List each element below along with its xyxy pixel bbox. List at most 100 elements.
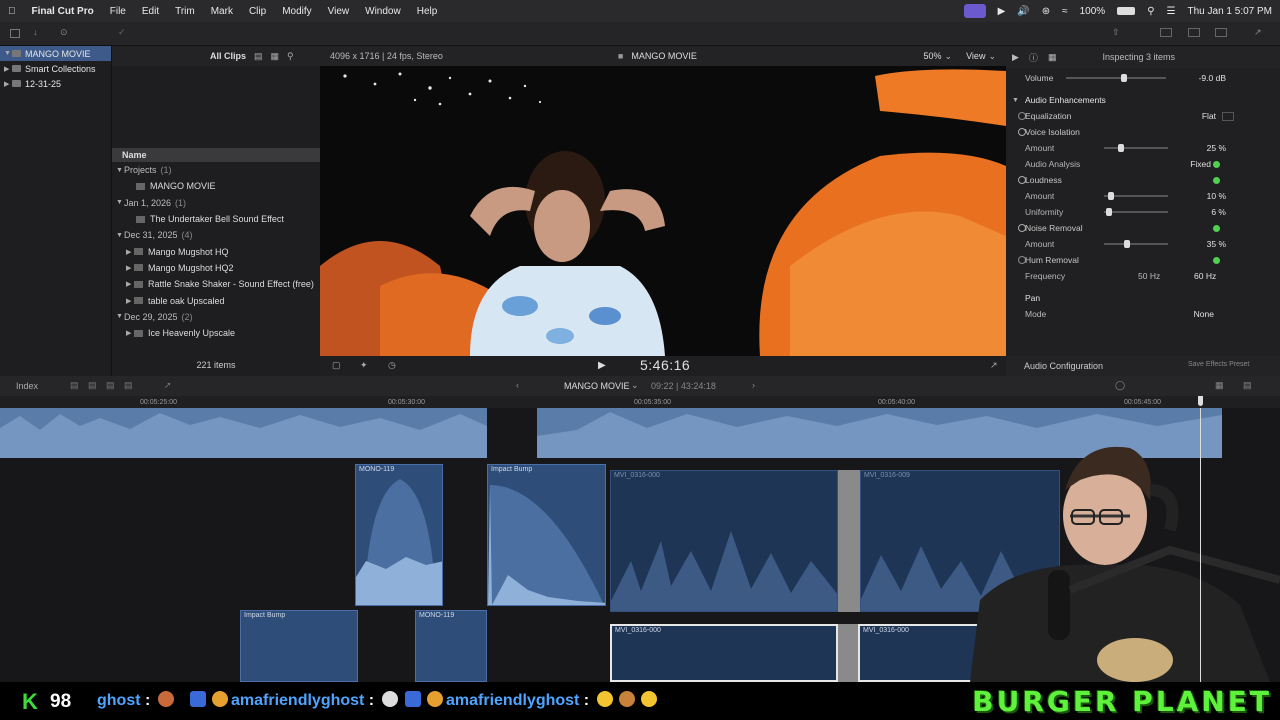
freq-50-radio[interactable]: 50 Hz (1138, 271, 1160, 281)
browser-search-icon[interactable]: ⚲ (287, 51, 294, 62)
menu-help[interactable]: Help (417, 6, 438, 17)
clock[interactable]: Thu Jan 1 5:07 PM (1188, 6, 1273, 17)
uniformity-slider[interactable] (1104, 208, 1168, 216)
app-menu[interactable]: Final Cut Pro (32, 6, 94, 17)
share-icon[interactable]: ⇧ (1112, 27, 1120, 38)
inspector-toggle-icon[interactable] (1215, 28, 1227, 37)
menu-mark[interactable]: Mark (211, 6, 233, 17)
audio-clip-mvi-0316[interactable]: MVI_0316-000 (610, 470, 838, 612)
name-column-header[interactable]: Name (112, 148, 320, 162)
menu-trim[interactable]: Trim (175, 6, 195, 17)
menu-file[interactable]: File (110, 6, 126, 17)
group-date[interactable]: ▼ Dec 31, 2025 (4) (112, 227, 320, 243)
speed-icon[interactable]: ◷ (388, 360, 396, 371)
menu-modify[interactable]: Modify (282, 6, 311, 17)
play-button[interactable]: ▶ (598, 360, 606, 371)
search-icon[interactable]: ⚲ (1147, 6, 1154, 17)
clip-appearance-icon[interactable]: ▦ (1215, 380, 1224, 391)
audio-clip-mvi-0316-selected[interactable]: MVI_0316-000 (610, 624, 838, 682)
clip-item[interactable]: The Undertaker Bell Sound Effect (112, 211, 320, 227)
audio-configuration-header[interactable]: Audio Configuration (1024, 361, 1103, 371)
play-status-icon[interactable]: ▶ (998, 6, 1006, 17)
save-effects-preset-button[interactable]: Save Effects Preset (1188, 361, 1249, 368)
clip-gap-handle[interactable] (838, 470, 860, 612)
grid-view-icon[interactable]: ▦ (271, 51, 280, 62)
playhead-line[interactable] (1200, 408, 1201, 682)
project-chevron-icon[interactable]: ⌄ (631, 380, 639, 391)
sound-icon[interactable]: 🔊 (1017, 6, 1029, 17)
layout-icon[interactable] (1160, 28, 1172, 37)
audio-clip-mvi-0316-selected[interactable]: MVI_0316-000 (858, 624, 983, 682)
project-name[interactable]: MANGO MOVIE (564, 381, 630, 391)
menu-window[interactable]: Window (365, 6, 401, 17)
timeline-ruler[interactable]: 00:05:25:00 00:05:30:00 00:05:35:00 00:0… (0, 396, 1280, 408)
group-date[interactable]: ▼ Jan 1, 2026 (1) (112, 195, 320, 211)
audio-clip-impact-bump[interactable]: Impact Bump (487, 464, 606, 606)
loudness-amount-slider[interactable] (1104, 192, 1168, 200)
clip-item[interactable]: ▶ Mango Mugshot HQ (112, 243, 320, 259)
voice-amount-slider[interactable] (1104, 144, 1168, 152)
audio-clip-impact-bump[interactable]: Impact Bump (240, 610, 358, 682)
apple-menu-icon[interactable]:  (8, 6, 16, 17)
equalization-popup[interactable]: Flat (1176, 111, 1216, 121)
back-arrow-icon[interactable]: ‹ (516, 380, 519, 390)
freq-60-radio[interactable]: 60 Hz (1194, 271, 1216, 281)
timecode-display[interactable]: 5:46:16 (640, 357, 690, 373)
view-chevron-icon[interactable]: ⌄ (988, 51, 996, 62)
project-item[interactable]: MANGO MOVIE (112, 178, 320, 194)
wifi-icon[interactable]: ≈ (1062, 6, 1068, 17)
menu-view[interactable]: View (328, 6, 350, 17)
zoom-chevron-icon[interactable]: ⌄ (945, 51, 953, 62)
eq-graph-icon[interactable] (1222, 111, 1234, 121)
snapping-icon[interactable]: ▤ (1243, 380, 1252, 391)
volume-slider[interactable] (1066, 74, 1166, 82)
overwrite-icon[interactable]: ▤ (106, 380, 115, 391)
pan-mode-popup[interactable]: None (1174, 309, 1214, 319)
bluetooth-icon[interactable]: ⊛ (1042, 6, 1050, 17)
group-date[interactable]: ▼ Dec 29, 2025 (2) (112, 309, 320, 325)
pan-header[interactable]: Pan (1006, 290, 1280, 306)
menu-edit[interactable]: Edit (142, 6, 159, 17)
filter-icon[interactable]: ▦ (1048, 52, 1057, 63)
info-icon[interactable]: ⓘ (1029, 51, 1038, 64)
check-icon[interactable]: ✓ (118, 27, 126, 38)
library-toggle-icon[interactable] (10, 29, 20, 38)
append-icon[interactable]: ▤ (70, 380, 79, 391)
insert-icon[interactable]: ▤ (88, 380, 97, 391)
import-icon[interactable]: ↓ (33, 27, 38, 37)
clip-item[interactable]: ▶ table oak Upscaled (112, 292, 320, 308)
menu-clip[interactable]: Clip (249, 6, 266, 17)
clip-item[interactable]: ▶ Rattle Snake Shaker - Sound Effect (fre… (112, 276, 320, 292)
transform-icon[interactable]: ▢ (332, 360, 341, 371)
viewer-frame[interactable] (320, 66, 1006, 356)
clip-item[interactable]: ▶ Ice Heavenly Upscale (112, 325, 320, 341)
enhance-icon[interactable]: ✦ (360, 360, 368, 371)
playhead-marker[interactable] (1198, 396, 1203, 406)
connect-icon[interactable]: ▤ (124, 380, 133, 391)
group-projects[interactable]: ▼ Projects (1) (112, 162, 320, 178)
panel-icon[interactable] (1188, 28, 1200, 37)
battery-icon[interactable] (1117, 7, 1136, 15)
fullscreen-viewer-icon[interactable]: ↗ (990, 360, 998, 371)
audio-inspector-icon[interactable]: ▶ (1012, 52, 1019, 63)
select-tool-icon[interactable]: ➚ (164, 380, 172, 391)
audio-enhancements-header[interactable]: ▼ Audio Enhancements (1006, 92, 1280, 108)
fullscreen-icon[interactable]: ↗ (1254, 27, 1262, 38)
index-button[interactable]: Index (16, 381, 38, 391)
noise-amount-slider[interactable] (1104, 240, 1168, 248)
primary-storyline-audio[interactable] (0, 408, 487, 458)
library-item-mango-movie[interactable]: ▼ MANGO MOVIE (0, 46, 111, 61)
clip-filter[interactable]: All Clips (210, 51, 246, 61)
audio-clip-mono-119[interactable]: MONO-119 (355, 464, 443, 606)
library-item-event[interactable]: ▶ 12-31-25 (0, 76, 111, 91)
keyword-icon[interactable]: ⊙ (60, 27, 68, 38)
clip-gap-handle[interactable] (838, 624, 858, 682)
control-center-icon[interactable]: ☰ (1167, 6, 1176, 17)
forward-arrow-icon[interactable]: › (752, 380, 755, 390)
collapse-icon[interactable]: ▼ (1012, 97, 1019, 104)
zoom-slider-icon[interactable]: ◯ (1115, 380, 1125, 391)
library-item-smart-collections[interactable]: ▶ Smart Collections (0, 61, 111, 76)
clip-item[interactable]: ▶ Mango Mugshot HQ2 (112, 260, 320, 276)
view-menu[interactable]: View (966, 51, 985, 61)
zoom-menu[interactable]: 50% (924, 51, 942, 61)
